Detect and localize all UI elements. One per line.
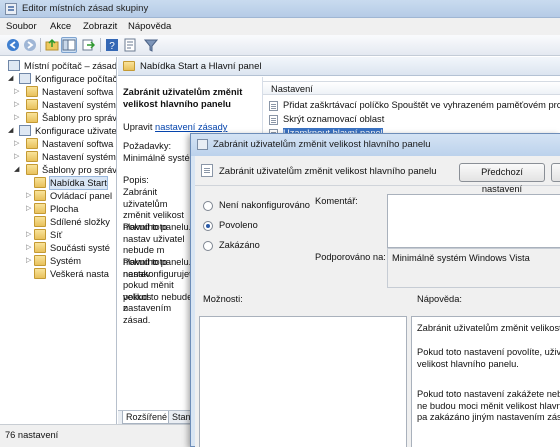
expand-icon[interactable]: ▷ [26, 190, 32, 199]
dialog-client: Zabránit uživatelům změnit velikost hlav… [195, 156, 560, 447]
toolbar-separator [100, 38, 101, 52]
setting-icon [269, 101, 278, 111]
help-label: Nápověda: [417, 294, 462, 304]
export-list-icon[interactable] [81, 38, 95, 52]
settings-list: Nastavení Přidat zaškrtávací políčko Spo… [262, 77, 560, 139]
folder-icon [26, 138, 38, 149]
setting-icon [269, 115, 278, 125]
expand-icon[interactable]: ▷ [26, 242, 32, 251]
tree-pane: Místní počítač – zásady ◢ Konfigurace po… [0, 57, 117, 424]
folder-icon [26, 99, 38, 110]
column-header-settings[interactable]: Nastavení [263, 81, 560, 95]
options-label: Možnosti: [203, 294, 243, 304]
computer-icon [19, 73, 31, 84]
expand-icon[interactable]: ▷ [14, 138, 20, 147]
dialog-title-bar[interactable]: Zabránit uživatelům změnit velikost hlav… [191, 134, 560, 156]
expand-icon[interactable]: ▷ [14, 112, 20, 121]
setting-icon [201, 164, 213, 177]
radio-button[interactable] [203, 241, 213, 251]
collapse-icon[interactable]: ◢ [14, 164, 20, 173]
toolbar-separator [40, 38, 41, 52]
help-icon[interactable]: ? [105, 38, 119, 52]
menu-bar: Soubor Akce Zobrazit Nápověda [0, 18, 560, 35]
help-panel[interactable]: Zabránit uživatelům změnit velikost Poku… [411, 316, 560, 447]
edit-policy-link[interactable]: nastavení zásady [155, 122, 227, 132]
title-bar: Editor místních zásad skupiny [0, 0, 560, 18]
radio-button[interactable] [203, 221, 213, 231]
supported-label: Podporováno na: [315, 252, 386, 262]
folder-icon [26, 164, 38, 175]
expand-icon[interactable]: ▷ [26, 229, 32, 238]
user-icon [19, 125, 31, 136]
menu-zobrazit[interactable]: Zobrazit [83, 21, 117, 32]
help-para-2: Pokud toto nastavení povolíte, uživatel … [417, 347, 560, 369]
folder-icon [34, 216, 46, 227]
category-header: Nabídka Start a Hlavní panel [118, 57, 560, 76]
dialog-title: Zabránit uživatelům změnit velikost hlav… [213, 139, 431, 150]
svg-text:?: ? [109, 41, 115, 52]
next-setting-button[interactable] [551, 163, 560, 182]
toolbar: ? [0, 35, 560, 56]
supported-value: Minimálně systém Windows Vista [392, 253, 530, 263]
folder-icon [34, 255, 46, 266]
description-para-3-line-2: nenakonfigurujete [123, 268, 197, 279]
policy-dialog: Zabránit uživatelům změnit velikost hlav… [190, 133, 560, 447]
folder-icon [34, 190, 46, 201]
up-folder-icon[interactable] [45, 38, 59, 52]
radio-button[interactable] [203, 201, 213, 211]
dialog-header-row: Zabránit uživatelům změnit velikost hlav… [195, 156, 560, 194]
expand-icon[interactable]: ▷ [26, 255, 32, 264]
comment-label: Komentář: [315, 196, 358, 206]
folder-icon [34, 268, 46, 279]
filter-icon[interactable] [144, 38, 158, 52]
folder-icon [34, 177, 46, 188]
menu-napoveda[interactable]: Nápověda [128, 21, 171, 32]
dialog-icon [197, 139, 208, 150]
collapse-icon[interactable]: ◢ [8, 73, 14, 82]
menu-akce[interactable]: Akce [50, 21, 71, 32]
status-text: 76 nastavení [5, 430, 59, 440]
help-para-1: Zabránit uživatelům změnit velikost [417, 323, 560, 333]
comment-field[interactable] [387, 194, 560, 248]
previous-setting-button[interactable]: Předchozí nastavení [459, 163, 545, 194]
folder-icon [123, 61, 135, 71]
folder-icon [34, 229, 46, 240]
back-icon[interactable] [6, 38, 20, 52]
expand-icon[interactable]: ▷ [14, 151, 20, 160]
expand-icon[interactable]: ▷ [14, 99, 20, 108]
category-title: Nabídka Start a Hlavní panel [140, 61, 262, 72]
app-icon [5, 3, 17, 15]
folder-icon [26, 86, 38, 97]
window-title: Editor místních zásad skupiny [22, 3, 149, 14]
forward-icon[interactable] [23, 38, 37, 52]
properties-icon[interactable] [123, 38, 137, 52]
collapse-icon[interactable]: ◢ [8, 125, 14, 134]
setting-name: Zabránit uživatelům změnit velikost hlav… [219, 166, 437, 177]
supported-field: Minimálně systém Windows Vista [387, 248, 560, 288]
view-tabs: Rozšířené Stand [118, 410, 200, 424]
tab-extended[interactable]: Rozšířené [122, 411, 172, 424]
folder-icon [26, 151, 38, 162]
expand-icon[interactable]: ▷ [14, 86, 20, 95]
folder-icon [34, 242, 46, 253]
options-panel[interactable] [199, 316, 407, 447]
policy-icon [8, 60, 20, 71]
description-para-3-line-5: nastavením zásad. [123, 303, 172, 325]
menu-soubor[interactable]: Soubor [6, 21, 37, 32]
folder-icon [26, 112, 38, 123]
help-para-3: Pokud toto nastavení zakážete nebo ne bu… [417, 389, 560, 422]
show-tree-icon[interactable] [61, 37, 77, 53]
edit-policy-line: Upravit nastavení zásady [123, 122, 228, 132]
folder-icon [34, 203, 46, 214]
expand-icon[interactable]: ▷ [26, 203, 32, 212]
policy-heading: Zabránit uživatelům změnit velikost hlav… [123, 87, 243, 109]
